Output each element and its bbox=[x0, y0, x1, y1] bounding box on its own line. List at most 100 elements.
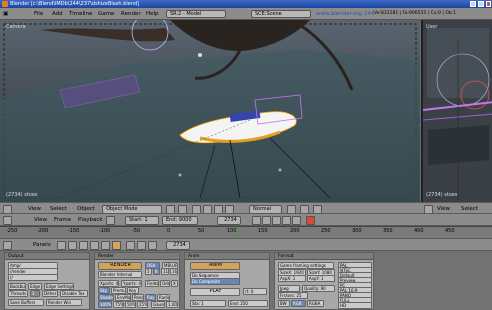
play-button[interactable]: PLAY bbox=[190, 288, 240, 296]
sky-toggle[interactable]: Sky bbox=[98, 287, 110, 294]
timeline-tick: 400 bbox=[414, 228, 424, 234]
current-frame-field[interactable]: 2734 bbox=[217, 216, 241, 225]
disable-tex-toggle[interactable]: Disable Tex bbox=[60, 290, 88, 297]
rgba-toggle[interactable]: RGBA bbox=[307, 300, 324, 307]
quality-field[interactable]: Quality: 90 bbox=[302, 285, 335, 292]
prev-key-icon[interactable] bbox=[262, 216, 271, 225]
play-icon[interactable] bbox=[272, 216, 281, 225]
filter-selector[interactable]: Gauss bbox=[151, 301, 165, 308]
aspx-field[interactable]: AspX: 1 bbox=[278, 275, 306, 282]
dither-toggle[interactable]: Dither bbox=[42, 290, 58, 297]
rewind-icon[interactable] bbox=[252, 216, 261, 225]
radio-toggle[interactable]: Radio bbox=[157, 294, 170, 301]
sound-buttons-icon[interactable] bbox=[148, 241, 157, 250]
yparts-field[interactable]: Yparts: 4 bbox=[121, 280, 142, 287]
timeline-menu-playback[interactable]: Playback bbox=[78, 214, 103, 226]
preset-hd[interactable]: HD bbox=[338, 302, 372, 309]
output-path-field[interactable]: // bbox=[8, 274, 58, 281]
next-key-icon[interactable] bbox=[282, 216, 291, 225]
3d-viewport-user[interactable]: User (2734) stoes bbox=[421, 20, 492, 202]
anim-start-field[interactable]: Sta: 1 bbox=[190, 300, 226, 307]
editing-icon[interactable] bbox=[101, 241, 110, 250]
info-window-type-icon[interactable]: ▣ bbox=[3, 8, 25, 18]
render-button[interactable]: RENDER bbox=[98, 262, 142, 270]
shadow-toggle[interactable]: Shadow bbox=[98, 294, 114, 301]
osa-8[interactable]: 8 bbox=[153, 268, 160, 275]
menu-render[interactable]: Render bbox=[121, 8, 141, 20]
maximize-button[interactable] bbox=[478, 1, 484, 7]
render-buttons-icon[interactable] bbox=[126, 241, 135, 250]
game-framing-button[interactable]: Game framing settings bbox=[278, 262, 334, 269]
timeline-tick: 250 bbox=[321, 228, 331, 234]
menu-game[interactable]: Game bbox=[98, 8, 114, 20]
render-window-toggle[interactable]: Render Win bbox=[46, 299, 82, 306]
size-50[interactable]: 50% bbox=[125, 301, 136, 308]
key-toggle[interactable]: Key bbox=[127, 287, 139, 294]
osa-16[interactable]: 16 bbox=[170, 268, 178, 275]
save-buffers-toggle[interactable]: Save Buffers bbox=[8, 299, 44, 306]
menu-help[interactable]: Help bbox=[146, 8, 159, 20]
timeline-window-type-icon[interactable] bbox=[3, 216, 12, 225]
window-title: Blender [c:\Blend\IMDb\244\237\dshizeBla… bbox=[10, 1, 140, 7]
size-100[interactable]: 100% bbox=[98, 301, 112, 308]
menu-file[interactable]: File bbox=[34, 8, 43, 20]
render-engine-selector[interactable]: Blender Internal bbox=[98, 271, 142, 278]
envmap-toggle[interactable]: EnvMap bbox=[115, 294, 131, 301]
premul-toggle[interactable]: Premul bbox=[111, 287, 126, 294]
start-frame-field[interactable]: Start: 1 bbox=[125, 216, 159, 225]
timeline-ruler[interactable]: -250 -200 -150 -100 -50 0 50 100 150 200… bbox=[0, 226, 492, 239]
size-75[interactable]: 75% bbox=[113, 301, 124, 308]
xparts-field[interactable]: Xparts: 4 bbox=[98, 280, 119, 287]
screen-selector[interactable]: SR:2 - Model bbox=[166, 10, 226, 18]
x-toggle[interactable]: X bbox=[171, 280, 178, 287]
anim-buttons-icon[interactable] bbox=[137, 241, 146, 250]
fps-field[interactable]: Frs/sec: 25 bbox=[278, 292, 308, 299]
size-25[interactable]: 25% bbox=[137, 301, 148, 308]
viewport-right-label: User bbox=[426, 24, 438, 30]
viewport-right-scene bbox=[423, 20, 492, 202]
close-button[interactable] bbox=[486, 1, 491, 7]
object-icon[interactable] bbox=[90, 241, 99, 250]
anim-end-field[interactable]: End: 250 bbox=[228, 300, 268, 307]
buttons-frame-field[interactable]: 2734 bbox=[166, 241, 190, 250]
format-panel-title: Format bbox=[275, 253, 373, 260]
anim-button[interactable]: ANIM bbox=[190, 262, 240, 270]
timeline-menu-view[interactable]: View bbox=[34, 214, 47, 226]
fast-forward-icon[interactable] bbox=[292, 216, 301, 225]
preview-range-icon[interactable] bbox=[106, 216, 115, 225]
odd-toggle[interactable]: Odd bbox=[160, 280, 170, 287]
viewport-right-frame-label: (2734) stoes bbox=[426, 192, 458, 198]
3d-viewport-camera[interactable]: Camera (2734) stoes bbox=[0, 20, 420, 202]
viewport-scene bbox=[0, 20, 420, 202]
backbuf-toggle[interactable]: Backbuf bbox=[8, 283, 26, 290]
aspy-field[interactable]: AspY: 1 bbox=[307, 275, 335, 282]
do-composite-toggle[interactable]: Do Composite bbox=[190, 278, 240, 285]
pano-toggle[interactable]: Pano bbox=[132, 294, 144, 301]
script-icon[interactable] bbox=[68, 241, 77, 250]
file-format-selector[interactable]: Jpeg bbox=[278, 285, 300, 292]
rgb-toggle[interactable]: RGB bbox=[291, 300, 306, 307]
menu-timeline[interactable]: Timeline bbox=[69, 8, 92, 20]
edge-toggle[interactable]: Edge bbox=[28, 283, 42, 290]
scene-selector[interactable]: SCE:Scene bbox=[251, 10, 311, 18]
rt-field[interactable]: rt: 0 bbox=[243, 288, 267, 295]
osa-11[interactable]: 11 bbox=[161, 268, 169, 275]
viewport-frame-label: (2734) stoes bbox=[6, 192, 38, 198]
ray-toggle[interactable]: Ray bbox=[145, 294, 156, 301]
shading-icon[interactable] bbox=[79, 241, 88, 250]
buttons-window-type-icon[interactable] bbox=[3, 241, 12, 250]
panels-menu[interactable]: Panels bbox=[33, 239, 51, 251]
fields-toggle[interactable]: Fields bbox=[145, 280, 159, 287]
minimize-button[interactable] bbox=[470, 1, 476, 7]
filter-size-field[interactable]: 1.00 bbox=[166, 301, 178, 308]
timeline-menu-frame[interactable]: Frame bbox=[54, 214, 71, 226]
scene-icon[interactable] bbox=[112, 241, 121, 250]
logic-icon[interactable] bbox=[57, 241, 66, 250]
osa-5[interactable]: 5 bbox=[145, 268, 152, 275]
threads-field[interactable]: 1 bbox=[30, 290, 40, 297]
record-icon[interactable] bbox=[306, 216, 315, 225]
end-frame-field[interactable]: End: 9000 bbox=[162, 216, 198, 225]
edge-settings-button[interactable]: Edge Settings bbox=[44, 283, 74, 290]
bw-toggle[interactable]: BW bbox=[278, 300, 290, 307]
menu-add[interactable]: Add bbox=[52, 8, 63, 20]
